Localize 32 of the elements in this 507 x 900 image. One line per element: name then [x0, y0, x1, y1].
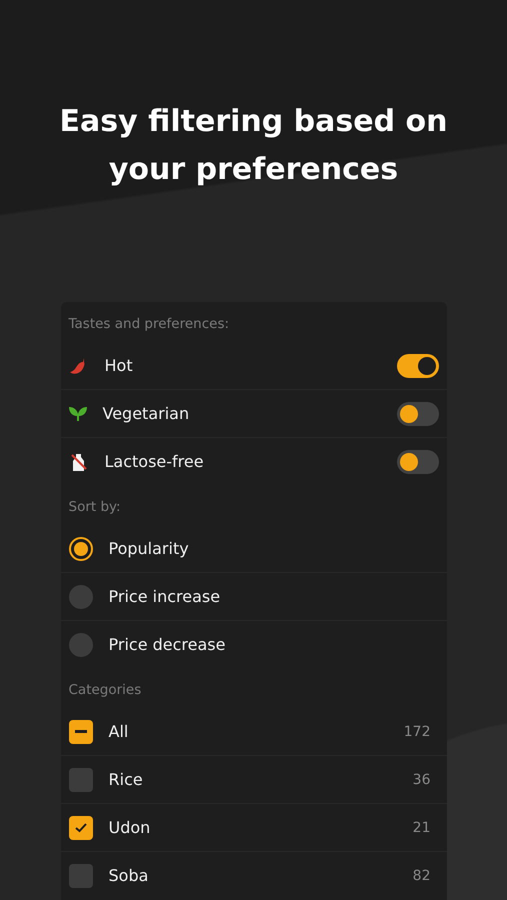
category-label: Rice	[108, 770, 144, 789]
section-title: Sort by:	[68, 498, 122, 517]
preference-label: Vegetarian	[102, 404, 190, 423]
leaf-icon	[68, 406, 86, 420]
category-label: Soba	[108, 866, 150, 885]
section-title: Tastes and preferences:	[68, 315, 230, 334]
radio-button[interactable]	[68, 632, 92, 656]
checkbox[interactable]	[68, 720, 92, 744]
toggle-switch[interactable]	[396, 402, 438, 426]
minus-icon	[74, 730, 86, 733]
preference-label: Lactose-free	[104, 452, 205, 471]
preference-label: Hot	[104, 356, 134, 375]
headline: Easy filtering based on your preferences	[58, 103, 448, 189]
category-label: Udon	[108, 818, 152, 837]
radio-button[interactable]	[68, 536, 92, 560]
item-count: 82	[412, 868, 430, 884]
sort-label: Price decrease	[108, 635, 226, 654]
checkbox[interactable]	[68, 864, 92, 888]
checkbox[interactable]	[68, 768, 92, 792]
item-count: 36	[412, 772, 430, 788]
section-title: Categories	[68, 681, 142, 700]
sort-label: Price increase	[108, 587, 222, 606]
item-count: 21	[412, 820, 430, 836]
checkmark-icon	[74, 822, 86, 832]
category-label: All	[108, 722, 130, 741]
sort-label: Popularity	[108, 539, 190, 558]
radio-button[interactable]	[68, 584, 92, 608]
checkbox[interactable]	[68, 816, 92, 840]
crossed-milk-icon	[68, 452, 88, 472]
item-count: 172	[404, 724, 430, 740]
toggle-switch[interactable]	[396, 354, 438, 378]
toggle-switch[interactable]	[396, 450, 438, 474]
